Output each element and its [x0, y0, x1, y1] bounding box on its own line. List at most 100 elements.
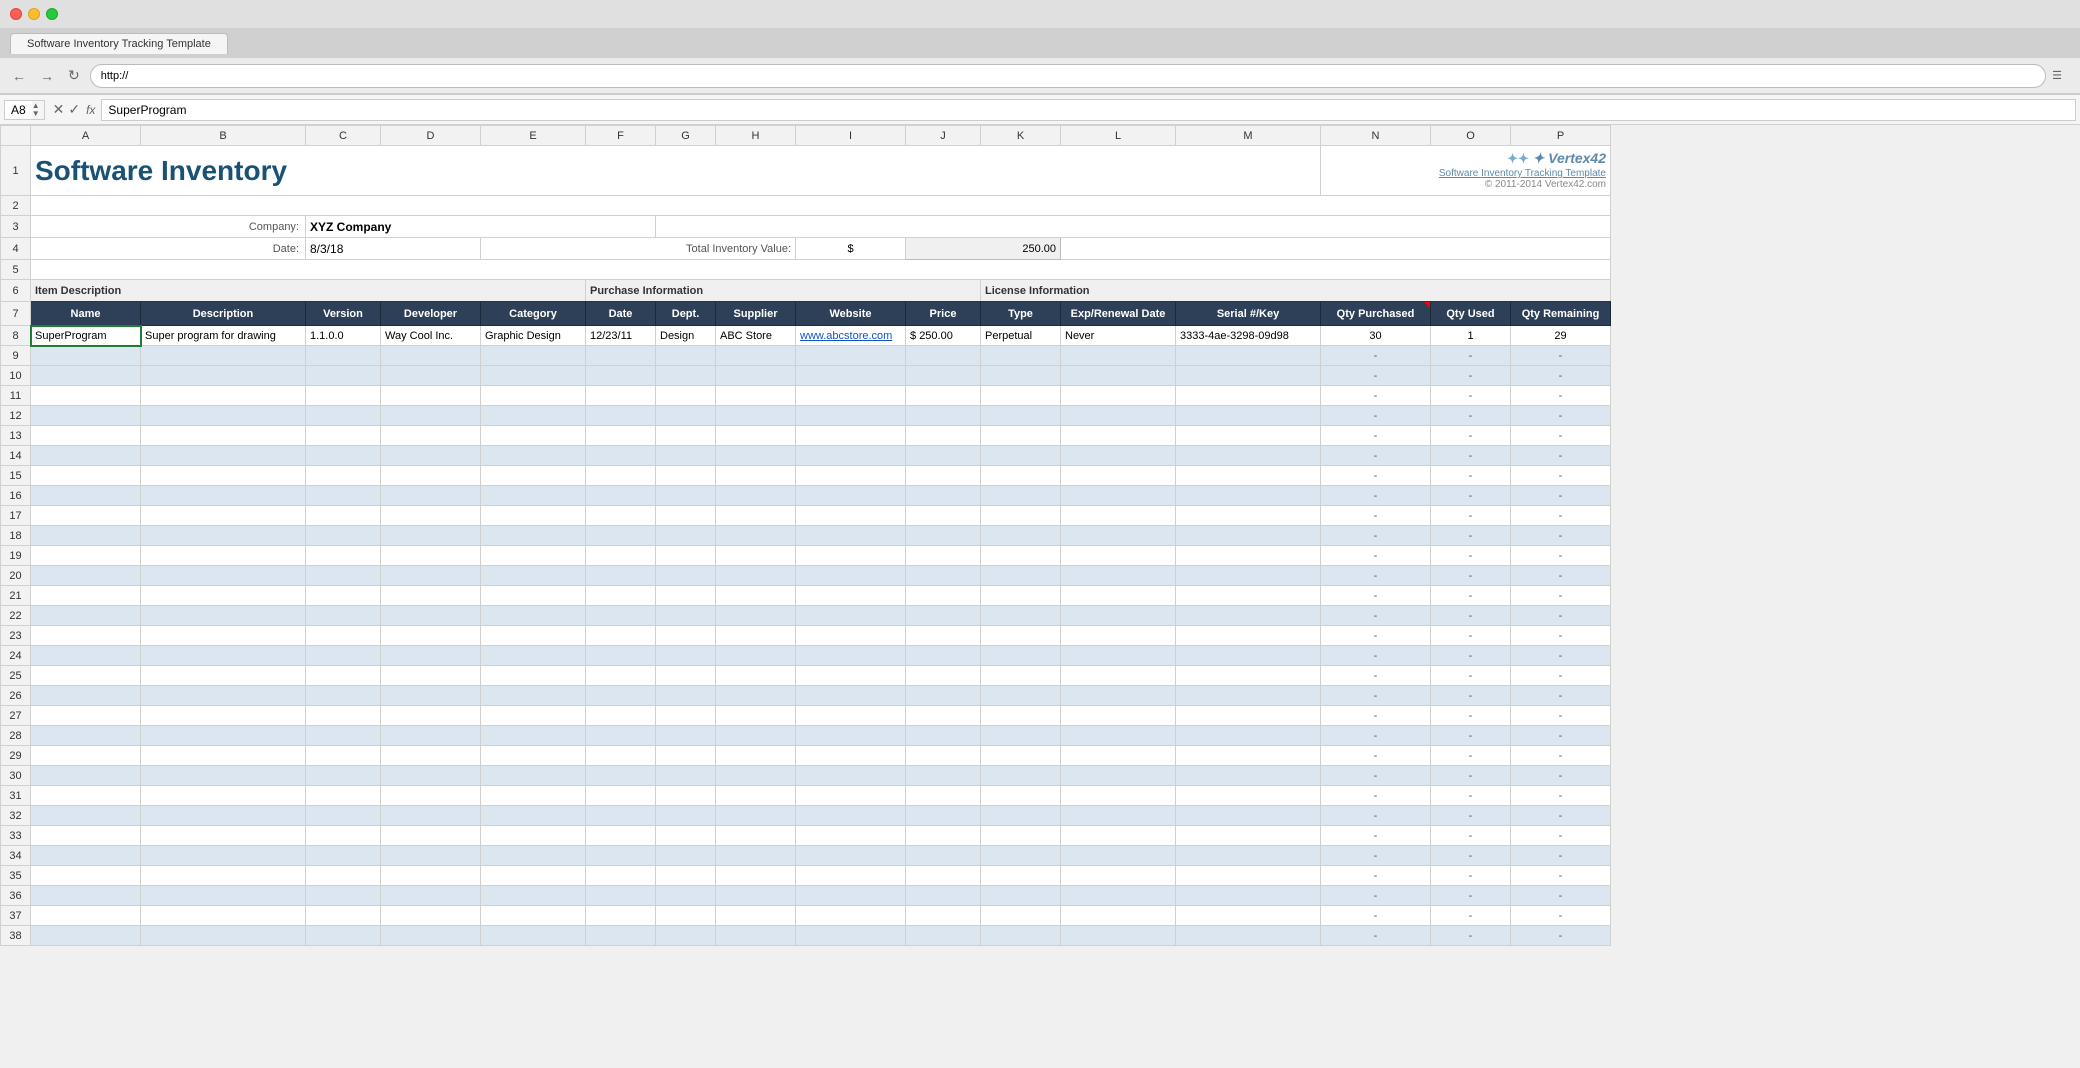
cell-e19[interactable] [481, 546, 586, 566]
cell-i25[interactable] [796, 666, 906, 686]
col-header-f[interactable]: F [586, 126, 656, 146]
cell-a13[interactable] [31, 426, 141, 446]
cell-e25[interactable] [481, 666, 586, 686]
cell-e13[interactable] [481, 426, 586, 446]
cell-b27[interactable] [141, 706, 306, 726]
cell-p23[interactable]: - [1511, 626, 1611, 646]
cell-g35[interactable] [656, 866, 716, 886]
cell-n18[interactable]: - [1321, 526, 1431, 546]
cell-o38[interactable]: - [1431, 926, 1511, 946]
cell-c13[interactable] [306, 426, 381, 446]
cell-a17[interactable] [31, 506, 141, 526]
cell-p18[interactable]: - [1511, 526, 1611, 546]
cell-f12[interactable] [586, 406, 656, 426]
cell-a15[interactable] [31, 466, 141, 486]
cell-b29[interactable] [141, 746, 306, 766]
cell-j15[interactable] [906, 466, 981, 486]
cell-f8[interactable]: 12/23/11 [586, 326, 656, 346]
cell-m26[interactable] [1176, 686, 1321, 706]
cell-c30[interactable] [306, 766, 381, 786]
cell-c20[interactable] [306, 566, 381, 586]
cell-p29[interactable]: - [1511, 746, 1611, 766]
cell-a19[interactable] [31, 546, 141, 566]
cell-e28[interactable] [481, 726, 586, 746]
cell-g32[interactable] [656, 806, 716, 826]
cell-i10[interactable] [796, 366, 906, 386]
vertex-link[interactable]: Software Inventory Tracking Template [1439, 168, 1606, 179]
row-header-35[interactable]: 35 [1, 866, 31, 886]
cell-e26[interactable] [481, 686, 586, 706]
cell-h15[interactable] [716, 466, 796, 486]
row-header-9[interactable]: 9 [1, 346, 31, 366]
cell-j22[interactable] [906, 606, 981, 626]
cell-l10[interactable] [1061, 366, 1176, 386]
cell-i12[interactable] [796, 406, 906, 426]
col-header-b[interactable]: B [141, 126, 306, 146]
cell-c17[interactable] [306, 506, 381, 526]
col-header-j[interactable]: J [906, 126, 981, 146]
cell-d10[interactable] [381, 366, 481, 386]
cell-n37[interactable]: - [1321, 906, 1431, 926]
cell-m11[interactable] [1176, 386, 1321, 406]
cell-n27[interactable]: - [1321, 706, 1431, 726]
cell-m13[interactable] [1176, 426, 1321, 446]
row-header-23[interactable]: 23 [1, 626, 31, 646]
cell-j26[interactable] [906, 686, 981, 706]
cell-f28[interactable] [586, 726, 656, 746]
cell-g29[interactable] [656, 746, 716, 766]
cell-i16[interactable] [796, 486, 906, 506]
cell-n23[interactable]: - [1321, 626, 1431, 646]
cell-h31[interactable] [716, 786, 796, 806]
cell-f14[interactable] [586, 446, 656, 466]
cell-e16[interactable] [481, 486, 586, 506]
cell-j9[interactable] [906, 346, 981, 366]
cell-m9[interactable] [1176, 346, 1321, 366]
cell-f19[interactable] [586, 546, 656, 566]
cell-n15[interactable]: - [1321, 466, 1431, 486]
cell-d17[interactable] [381, 506, 481, 526]
cell-m24[interactable] [1176, 646, 1321, 666]
cell-a28[interactable] [31, 726, 141, 746]
cell-m12[interactable] [1176, 406, 1321, 426]
cell-c12[interactable] [306, 406, 381, 426]
cell-p20[interactable]: - [1511, 566, 1611, 586]
cell-l20[interactable] [1061, 566, 1176, 586]
cell-f34[interactable] [586, 846, 656, 866]
cell-j17[interactable] [906, 506, 981, 526]
cell-h10[interactable] [716, 366, 796, 386]
cell-c26[interactable] [306, 686, 381, 706]
cell-o31[interactable]: - [1431, 786, 1511, 806]
cell-p27[interactable]: - [1511, 706, 1611, 726]
cell-p33[interactable]: - [1511, 826, 1611, 846]
cell-b28[interactable] [141, 726, 306, 746]
cell-l11[interactable] [1061, 386, 1176, 406]
cell-b26[interactable] [141, 686, 306, 706]
cell-e27[interactable] [481, 706, 586, 726]
cell-d36[interactable] [381, 886, 481, 906]
cell-n35[interactable]: - [1321, 866, 1431, 886]
cell-k30[interactable] [981, 766, 1061, 786]
col-header-p[interactable]: P [1511, 126, 1611, 146]
cell-n30[interactable]: - [1321, 766, 1431, 786]
cell-o21[interactable]: - [1431, 586, 1511, 606]
col-header-g[interactable]: G [656, 126, 716, 146]
cell-g14[interactable] [656, 446, 716, 466]
row-header-34[interactable]: 34 [1, 846, 31, 866]
cell-d29[interactable] [381, 746, 481, 766]
col-header-k[interactable]: K [981, 126, 1061, 146]
cell-o13[interactable]: - [1431, 426, 1511, 446]
cell-k23[interactable] [981, 626, 1061, 646]
cell-k10[interactable] [981, 366, 1061, 386]
row-header-5[interactable]: 5 [1, 260, 31, 280]
cell-a14[interactable] [31, 446, 141, 466]
cell-b33[interactable] [141, 826, 306, 846]
cell-i30[interactable] [796, 766, 906, 786]
cell-c35[interactable] [306, 866, 381, 886]
cell-i20[interactable] [796, 566, 906, 586]
cell-f17[interactable] [586, 506, 656, 526]
cell-j21[interactable] [906, 586, 981, 606]
close-button[interactable] [10, 8, 22, 20]
cell-n19[interactable]: - [1321, 546, 1431, 566]
cell-h22[interactable] [716, 606, 796, 626]
cell-j25[interactable] [906, 666, 981, 686]
